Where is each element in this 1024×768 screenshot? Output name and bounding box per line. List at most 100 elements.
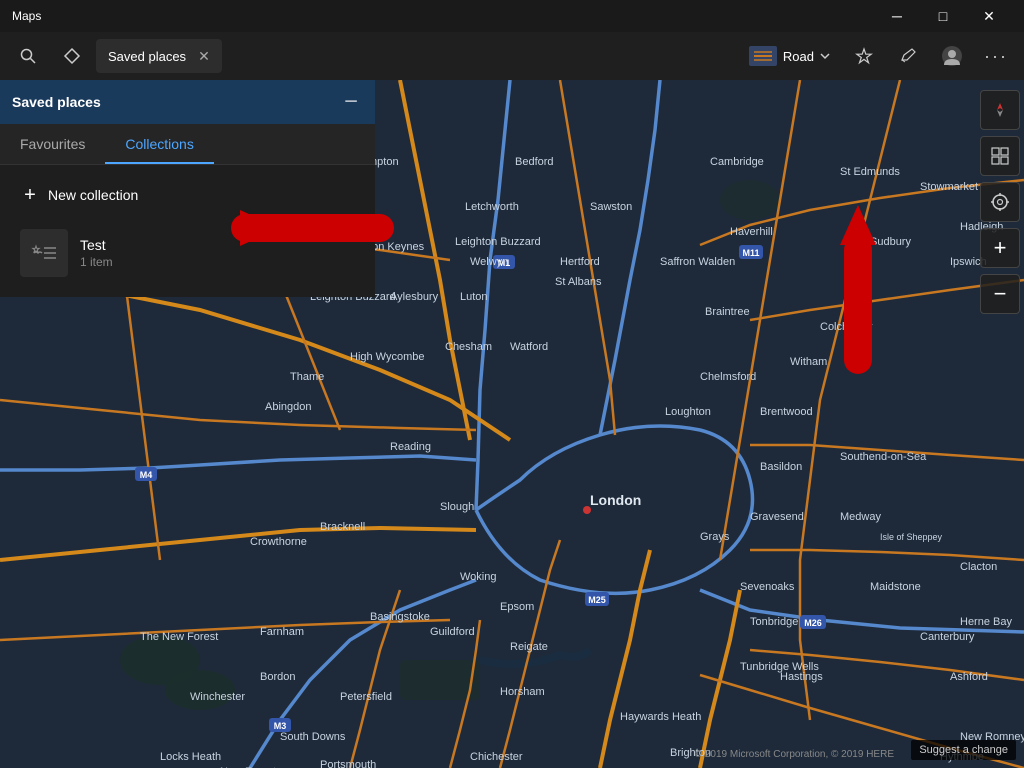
svg-text:Medway: Medway <box>840 511 881 523</box>
svg-text:Farnham: Farnham <box>260 626 304 638</box>
panel-tabs: Favourites Collections <box>0 124 375 165</box>
svg-text:Isle of Sheppey: Isle of Sheppey <box>880 532 943 542</box>
svg-text:Colchester: Colchester <box>820 321 873 333</box>
svg-text:Slough: Slough <box>440 501 474 513</box>
svg-text:Portsmouth: Portsmouth <box>320 759 376 768</box>
locate-icon <box>990 192 1010 212</box>
svg-text:Basildon: Basildon <box>760 461 802 473</box>
collection-count: 1 item <box>80 255 113 269</box>
svg-text:Thame: Thame <box>290 371 324 383</box>
svg-text:Watford: Watford <box>510 341 548 353</box>
svg-text:St Edmunds: St Edmunds <box>840 166 900 178</box>
minimize-button[interactable]: ─ <box>874 0 920 32</box>
svg-text:Woking: Woking <box>460 571 496 583</box>
svg-text:Aylesbury: Aylesbury <box>390 291 439 303</box>
search-icon <box>20 48 36 64</box>
svg-text:Sevenoaks: Sevenoaks <box>740 581 795 593</box>
svg-text:Bedford: Bedford <box>515 156 554 168</box>
svg-text:High Wycombe: High Wycombe <box>350 351 424 363</box>
tab-collections[interactable]: Collections <box>105 124 213 164</box>
tab-favourites[interactable]: Favourites <box>0 124 105 164</box>
svg-text:M25: M25 <box>588 595 606 605</box>
search-button[interactable] <box>8 36 48 76</box>
saved-places-tab-label: Saved places <box>108 49 186 64</box>
tab-collections-label: Collections <box>125 136 193 152</box>
svg-text:Letchworth: Letchworth <box>465 201 519 213</box>
grid-icon <box>990 146 1010 166</box>
svg-text:Epsom: Epsom <box>500 601 534 613</box>
user-button[interactable] <box>932 36 972 76</box>
svg-text:Sawston: Sawston <box>590 201 632 213</box>
app-title: Maps <box>12 9 874 23</box>
svg-text:Southend-on-Sea: Southend-on-Sea <box>840 451 927 463</box>
close-tab-icon[interactable]: ✕ <box>198 48 210 65</box>
svg-text:South Downs: South Downs <box>280 731 346 743</box>
road-mode-button[interactable]: Road <box>739 40 840 72</box>
user-icon <box>941 45 963 67</box>
new-collection-label: New collection <box>48 187 138 203</box>
more-button[interactable]: ··· <box>976 36 1016 76</box>
road-mode-label: Road <box>783 49 814 64</box>
svg-text:Gravesend: Gravesend <box>750 511 804 523</box>
panel-header: Saved places ─ <box>0 80 375 124</box>
svg-text:Clacton: Clacton <box>960 561 997 573</box>
svg-text:Locks Heath: Locks Heath <box>160 751 221 763</box>
svg-text:Chelmsford: Chelmsford <box>700 371 756 383</box>
svg-text:Witham: Witham <box>790 356 827 368</box>
zoom-in-button[interactable]: + <box>980 228 1020 268</box>
svg-text:Grays: Grays <box>700 531 730 543</box>
panel-minimize-button[interactable]: ─ <box>339 90 363 114</box>
svg-text:Cambridge: Cambridge <box>710 156 764 168</box>
new-collection-button[interactable]: + New collection <box>12 177 363 213</box>
pen-button[interactable] <box>888 36 928 76</box>
compass-button[interactable] <box>980 90 1020 130</box>
svg-text:M3: M3 <box>274 721 287 731</box>
map-controls: + − <box>976 80 1024 324</box>
svg-text:Tonbridge: Tonbridge <box>750 616 798 628</box>
suggest-change-button[interactable]: Suggest a change <box>911 740 1016 760</box>
svg-text:Hastings: Hastings <box>780 671 823 683</box>
close-button[interactable]: ✕ <box>966 0 1012 32</box>
svg-text:M11: M11 <box>742 248 759 258</box>
svg-text:Horsham: Horsham <box>500 686 545 698</box>
star-list-icon <box>30 241 58 265</box>
svg-text:Leighton Buzzard: Leighton Buzzard <box>455 236 541 248</box>
saved-places-panel: Saved places ─ Favourites Collections + … <box>0 80 375 297</box>
zoom-out-button[interactable]: − <box>980 274 1020 314</box>
collection-item[interactable]: Test 1 item <box>12 221 363 285</box>
svg-text:Saffron Walden: Saffron Walden <box>660 256 735 268</box>
svg-text:Ashford: Ashford <box>950 671 988 683</box>
plus-icon: + <box>20 185 40 205</box>
panel-title: Saved places <box>12 94 101 110</box>
svg-text:M4: M4 <box>140 470 153 480</box>
collection-info: Test 1 item <box>80 237 113 269</box>
svg-text:Haywards Heath: Haywards Heath <box>620 711 701 723</box>
svg-text:Guildford: Guildford <box>430 626 475 638</box>
svg-text:Reading: Reading <box>390 441 431 453</box>
toolbar: Saved places ✕ Road ··· <box>0 32 1024 80</box>
svg-text:M26: M26 <box>804 618 822 628</box>
chevron-down-icon <box>820 52 830 60</box>
svg-text:Petersfield: Petersfield <box>340 691 392 703</box>
svg-text:Luton: Luton <box>460 291 488 303</box>
svg-text:Loughton: Loughton <box>665 406 711 418</box>
compass-icon <box>990 100 1010 120</box>
favorites-button[interactable] <box>844 36 884 76</box>
grid-button[interactable] <box>980 136 1020 176</box>
svg-text:Braintree: Braintree <box>705 306 750 318</box>
svg-text:London: London <box>590 492 641 508</box>
svg-text:Herne Bay: Herne Bay <box>960 616 1012 628</box>
svg-text:The New Forest: The New Forest <box>140 631 218 643</box>
svg-text:Bracknell: Bracknell <box>320 521 365 533</box>
svg-text:St Albans: St Albans <box>555 276 602 288</box>
collection-name: Test <box>80 237 113 253</box>
svg-text:Stowmarket: Stowmarket <box>920 181 978 193</box>
saved-places-tab[interactable]: Saved places ✕ <box>96 39 222 73</box>
restore-button[interactable]: □ <box>920 0 966 32</box>
svg-text:Chichester: Chichester <box>470 751 523 763</box>
locate-button[interactable] <box>980 182 1020 222</box>
svg-text:Bordon: Bordon <box>260 671 295 683</box>
svg-text:Brentwood: Brentwood <box>760 406 813 418</box>
panel-content: + New collection Test 1 item <box>0 165 375 297</box>
diamond-button[interactable] <box>52 36 92 76</box>
